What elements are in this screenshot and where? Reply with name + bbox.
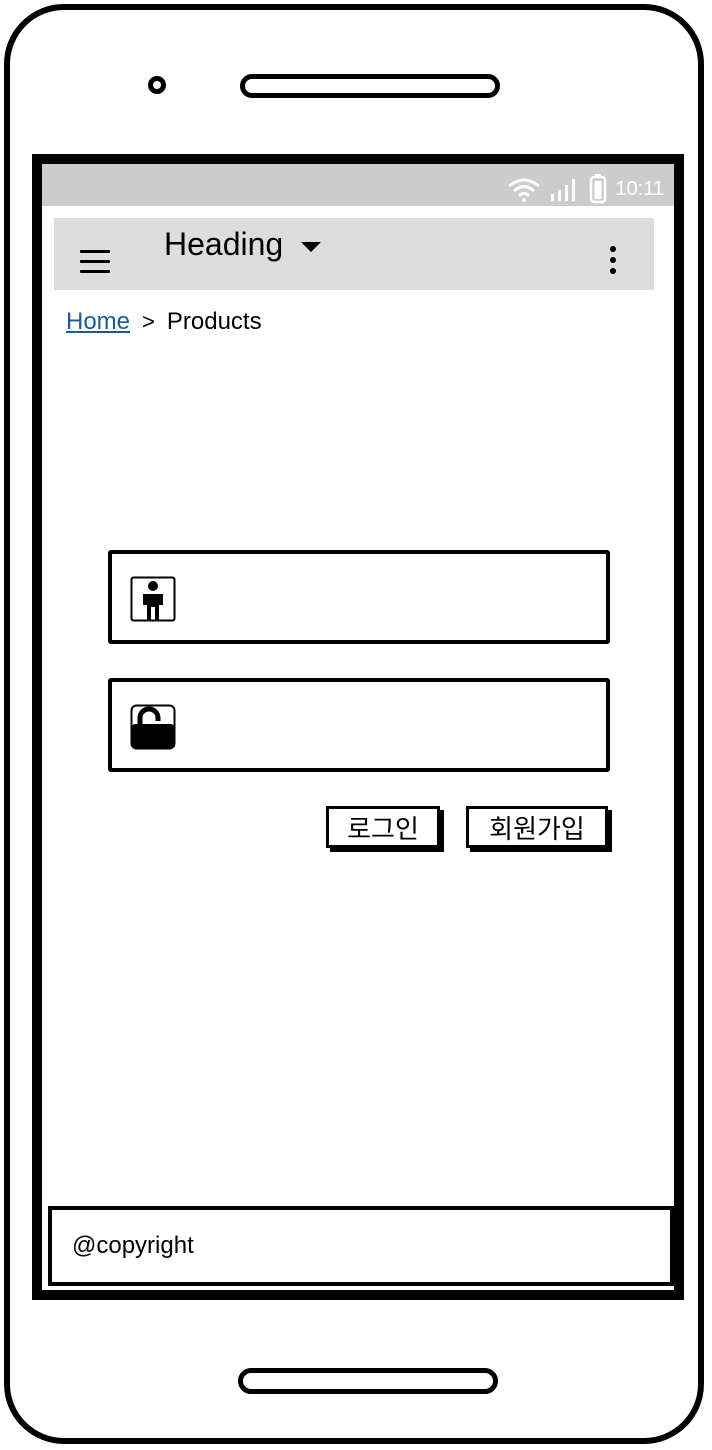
bottom-speaker bbox=[238, 1368, 498, 1394]
breadcrumb: Home > Products bbox=[66, 308, 262, 336]
earpiece-speaker bbox=[240, 74, 500, 98]
copyright-text: @copyright bbox=[72, 1232, 194, 1259]
login-button[interactable]: 로그인 bbox=[326, 806, 440, 848]
breadcrumb-home-link[interactable]: Home bbox=[66, 308, 130, 336]
app-bar: Heading bbox=[54, 218, 654, 290]
battery-icon bbox=[590, 174, 607, 204]
wifi-icon bbox=[508, 178, 541, 202]
menu-icon[interactable] bbox=[80, 250, 110, 274]
app-bar-heading: Heading bbox=[164, 226, 284, 262]
heading-dropdown[interactable]: Heading bbox=[164, 226, 322, 263]
signup-button[interactable]: 회원가입 bbox=[466, 806, 608, 848]
unlock-icon bbox=[130, 704, 176, 750]
signal-icon bbox=[551, 179, 576, 201]
person-icon bbox=[130, 576, 176, 622]
camera-icon bbox=[148, 76, 166, 94]
more-vert-icon[interactable] bbox=[610, 246, 618, 276]
caret-down-icon bbox=[301, 241, 322, 252]
password-input[interactable] bbox=[196, 704, 590, 750]
password-field[interactable] bbox=[108, 678, 610, 772]
status-icons: 10:11 bbox=[507, 174, 664, 204]
status-time: 10:11 bbox=[615, 177, 664, 200]
chevron-right-icon: > bbox=[142, 309, 155, 334]
breadcrumb-current: Products bbox=[166, 308, 262, 335]
status-bar: 10:11 bbox=[42, 164, 674, 206]
username-input[interactable] bbox=[196, 576, 590, 622]
phone-screen: 10:11 Heading Home > Products 로그인 회원가입 @… bbox=[32, 154, 684, 1300]
footer: @copyright bbox=[48, 1206, 674, 1286]
username-field[interactable] bbox=[108, 550, 610, 644]
